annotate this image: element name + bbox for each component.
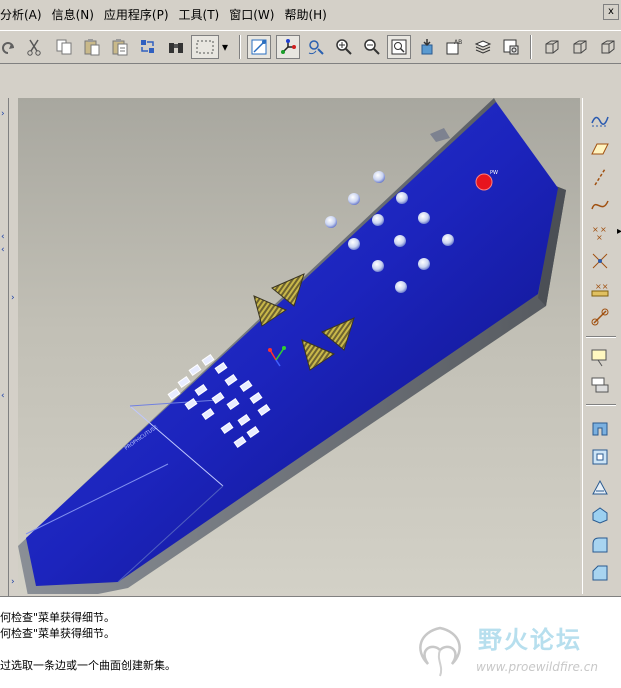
reorient-icon[interactable]	[415, 35, 439, 59]
watermark-title: 野火论坛	[478, 626, 582, 654]
key-button[interactable]	[394, 235, 406, 247]
key-button[interactable]	[348, 238, 360, 250]
collapse-arrow-icon[interactable]: ‹	[1, 392, 9, 401]
expand-arrow-icon[interactable]: ▸	[617, 226, 621, 237]
menu-bar: 分析(A) 信息(N) 应用程序(P) 工具(T) 窗口(W) 帮助(H) x	[0, 0, 621, 31]
wireframe-icon[interactable]	[540, 35, 564, 59]
hidden-line-icon[interactable]	[568, 35, 592, 59]
message-line: 何检查"菜单获得细节。	[0, 611, 116, 624]
graphics-viewport[interactable]: PROPHICUTUSE PW	[18, 98, 580, 594]
key-button[interactable]	[395, 281, 407, 293]
key-button[interactable]	[442, 234, 454, 246]
datum-axis-icon[interactable]	[587, 164, 613, 190]
navigator-strip[interactable]: › ‹ ‹ › ‹ ›	[0, 98, 18, 598]
datum-plane-icon[interactable]	[587, 136, 613, 162]
key-button[interactable]	[396, 192, 408, 204]
power-label: PW	[490, 170, 498, 176]
blend-icon[interactable]	[587, 502, 613, 528]
svg-text:AB: AB	[454, 39, 462, 46]
orient-icon[interactable]	[304, 35, 328, 59]
forum-watermark: 野火论坛 www.proewildfire.cn	[410, 620, 621, 687]
close-window-button[interactable]: x	[603, 4, 619, 20]
svg-text:××: ××	[595, 282, 608, 291]
collapse-arrow-icon[interactable]: ‹	[1, 233, 9, 242]
remote-control-model[interactable]: PROPHICUTUSE PW	[18, 98, 580, 594]
zoom-out-icon[interactable]	[360, 35, 384, 59]
binoculars-icon[interactable]	[164, 35, 188, 59]
refit-icon[interactable]	[387, 35, 411, 59]
key-button[interactable]	[373, 171, 385, 183]
message-line: 过选取一条边或一个曲面创建新集。	[0, 659, 176, 672]
toolbar-separator	[239, 35, 241, 59]
key-button[interactable]	[418, 212, 430, 224]
chamfer-icon[interactable]	[587, 560, 613, 586]
coordinate-system-icon[interactable]	[587, 304, 613, 330]
copy-icon[interactable]	[52, 35, 76, 59]
flame-logo-icon	[419, 626, 461, 677]
sketch-curve-icon[interactable]	[587, 106, 613, 132]
toolbar-separator	[586, 336, 616, 338]
collapse-arrow-icon[interactable]: ›	[1, 110, 9, 119]
menu-help[interactable]: 帮助(H)	[279, 0, 331, 30]
datum-curve-icon[interactable]	[587, 192, 613, 218]
menu-analysis[interactable]: 分析(A)	[0, 0, 47, 30]
datum-point-icon[interactable]: × × ×	[587, 220, 613, 246]
function-key[interactable]	[177, 375, 191, 389]
feature-toolbar: × × × ×× ▸	[582, 98, 621, 594]
key-button[interactable]	[372, 214, 384, 226]
analysis-icon[interactable]	[587, 372, 613, 398]
extrude-icon[interactable]	[587, 416, 613, 442]
cut-icon[interactable]	[22, 35, 46, 59]
message-line: 何检查"菜单获得细节。	[0, 627, 116, 640]
power-button[interactable]	[475, 173, 493, 191]
view-manager-icon[interactable]	[499, 35, 523, 59]
datum-display-icon[interactable]	[247, 35, 271, 59]
toolbar-separator-2	[530, 35, 532, 59]
navigator-sash[interactable]	[8, 98, 9, 598]
revolve-icon[interactable]	[587, 444, 613, 470]
main-toolbar: ▾ AB	[0, 31, 621, 64]
spin-center-icon[interactable]	[276, 35, 300, 59]
paste-icon[interactable]	[80, 35, 104, 59]
round-icon[interactable]	[587, 532, 613, 558]
zoom-in-icon[interactable]	[332, 35, 356, 59]
watermark-url: www.proewildfire.cn	[476, 660, 598, 674]
collapse-arrow-icon[interactable]: ‹	[1, 246, 9, 255]
key-button[interactable]	[418, 258, 430, 270]
key-button[interactable]	[372, 260, 384, 272]
regenerate-icon[interactable]	[136, 35, 160, 59]
dropdown-arrow-icon[interactable]: ▾	[219, 35, 231, 59]
layers-icon[interactable]	[471, 35, 495, 59]
menu-tools[interactable]: 工具(T)	[174, 0, 225, 30]
key-button[interactable]	[348, 193, 360, 205]
sweep-icon[interactable]	[587, 474, 613, 500]
toolbar-separator-2	[586, 404, 616, 406]
menu-applications[interactable]: 应用程序(P)	[99, 0, 174, 30]
annotation-icon[interactable]	[587, 344, 613, 370]
paste-special-icon[interactable]	[108, 35, 132, 59]
function-key[interactable]	[188, 363, 202, 377]
ir-window	[430, 128, 450, 142]
menu-window[interactable]: 窗口(W)	[224, 0, 279, 30]
no-hidden-icon[interactable]	[596, 35, 620, 59]
key-button[interactable]	[325, 216, 337, 228]
svg-text:×: ×	[596, 233, 603, 242]
named-view-icon[interactable]: AB	[443, 35, 467, 59]
menu-info[interactable]: 信息(N)	[47, 0, 99, 30]
selection-box-icon[interactable]	[191, 35, 219, 59]
offset-point-icon[interactable]: ××	[587, 276, 613, 302]
intersect-point-icon[interactable]	[587, 248, 613, 274]
redo-icon[interactable]	[0, 35, 20, 59]
